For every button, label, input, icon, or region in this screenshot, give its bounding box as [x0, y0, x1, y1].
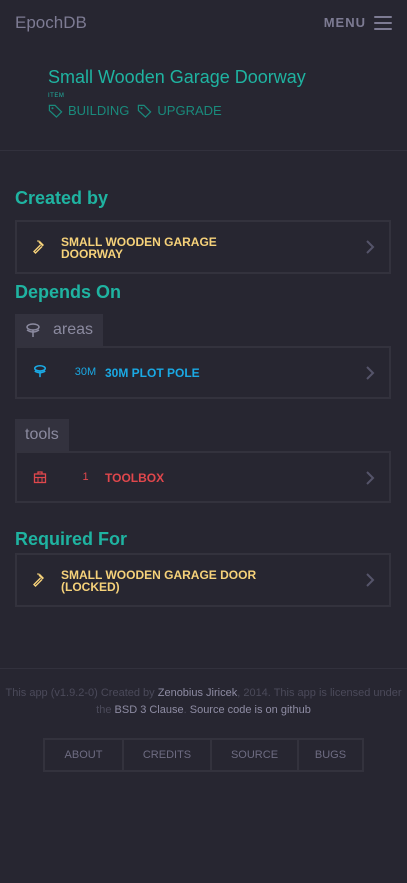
required-for-item[interactable]: SMALL WOODEN GARAGE DOOR (LOCKED) [15, 553, 391, 607]
toolbox-icon [33, 471, 47, 484]
footer-text: This app (v1.9.2-0) Created by Zenobius … [5, 687, 402, 716]
hammer-icon [33, 573, 44, 587]
hammer-icon [33, 240, 44, 254]
tag-list: BUILDING UPGRADE [48, 103, 407, 118]
bugs-link[interactable]: BUGS [299, 740, 362, 770]
menu-label: MENU [323, 15, 366, 30]
tag-label: UPGRADE [157, 103, 222, 118]
chevron-right-icon [366, 366, 375, 380]
tag-upgrade[interactable]: UPGRADE [137, 103, 222, 118]
item-type: ITEM [48, 93, 65, 99]
item-name: TOOLBOX [105, 471, 165, 485]
brand-logo[interactable]: EpochDB [15, 13, 87, 33]
area-item[interactable]: 30M 30M PLOT POLE [15, 346, 391, 399]
credits-link[interactable]: CREDITS [124, 740, 212, 770]
required-for-title: Required For [15, 529, 128, 549]
github-link[interactable]: Source code is on github [190, 704, 311, 716]
item-header: Small Wooden Garage Doorway ITEM BUILDIN… [0, 45, 407, 151]
tool-item[interactable]: 1 TOOLBOX [15, 451, 391, 503]
chevron-right-icon [366, 573, 375, 587]
plot-pole-icon [33, 364, 47, 378]
plot-pole-icon [26, 323, 40, 337]
page-title: Small Wooden Garage Doorway [48, 67, 306, 87]
tag-icon [48, 104, 63, 118]
group-label-tools: tools [15, 419, 69, 451]
chevron-right-icon [366, 471, 375, 485]
item-name: SMALL WOODEN GARAGE DOORWAY [61, 235, 217, 261]
tag-label: BUILDING [68, 103, 130, 118]
created-by-title: Created by [15, 188, 109, 208]
item-quantity: 1 [82, 471, 89, 483]
footer-divider [0, 668, 407, 669]
menu-button[interactable]: MENU [324, 15, 392, 30]
about-link[interactable]: ABOUT [45, 740, 124, 770]
depends-on-title: Depends On [15, 282, 122, 302]
source-link[interactable]: SOURCE [212, 740, 299, 770]
tag-icon [138, 104, 152, 118]
license-link[interactable]: BSD 3 Clause [115, 704, 184, 716]
author-link[interactable]: Zenobius Jiricek [158, 687, 237, 699]
tag-building[interactable]: BUILDING [48, 103, 129, 118]
group-label-areas: areas [15, 314, 104, 346]
chevron-right-icon [366, 240, 375, 254]
footer-links: ABOUT CREDITS SOURCE BUGS [43, 738, 364, 772]
navbar: EpochDB MENU [0, 0, 407, 45]
item-quantity: 30M [74, 366, 97, 378]
item-name: 30M PLOT POLE [105, 366, 200, 380]
created-by-item[interactable]: SMALL WOODEN GARAGE DOORWAY [15, 220, 391, 274]
item-name: SMALL WOODEN GARAGE DOOR (LOCKED) [61, 568, 257, 594]
hamburger-icon [374, 15, 392, 30]
